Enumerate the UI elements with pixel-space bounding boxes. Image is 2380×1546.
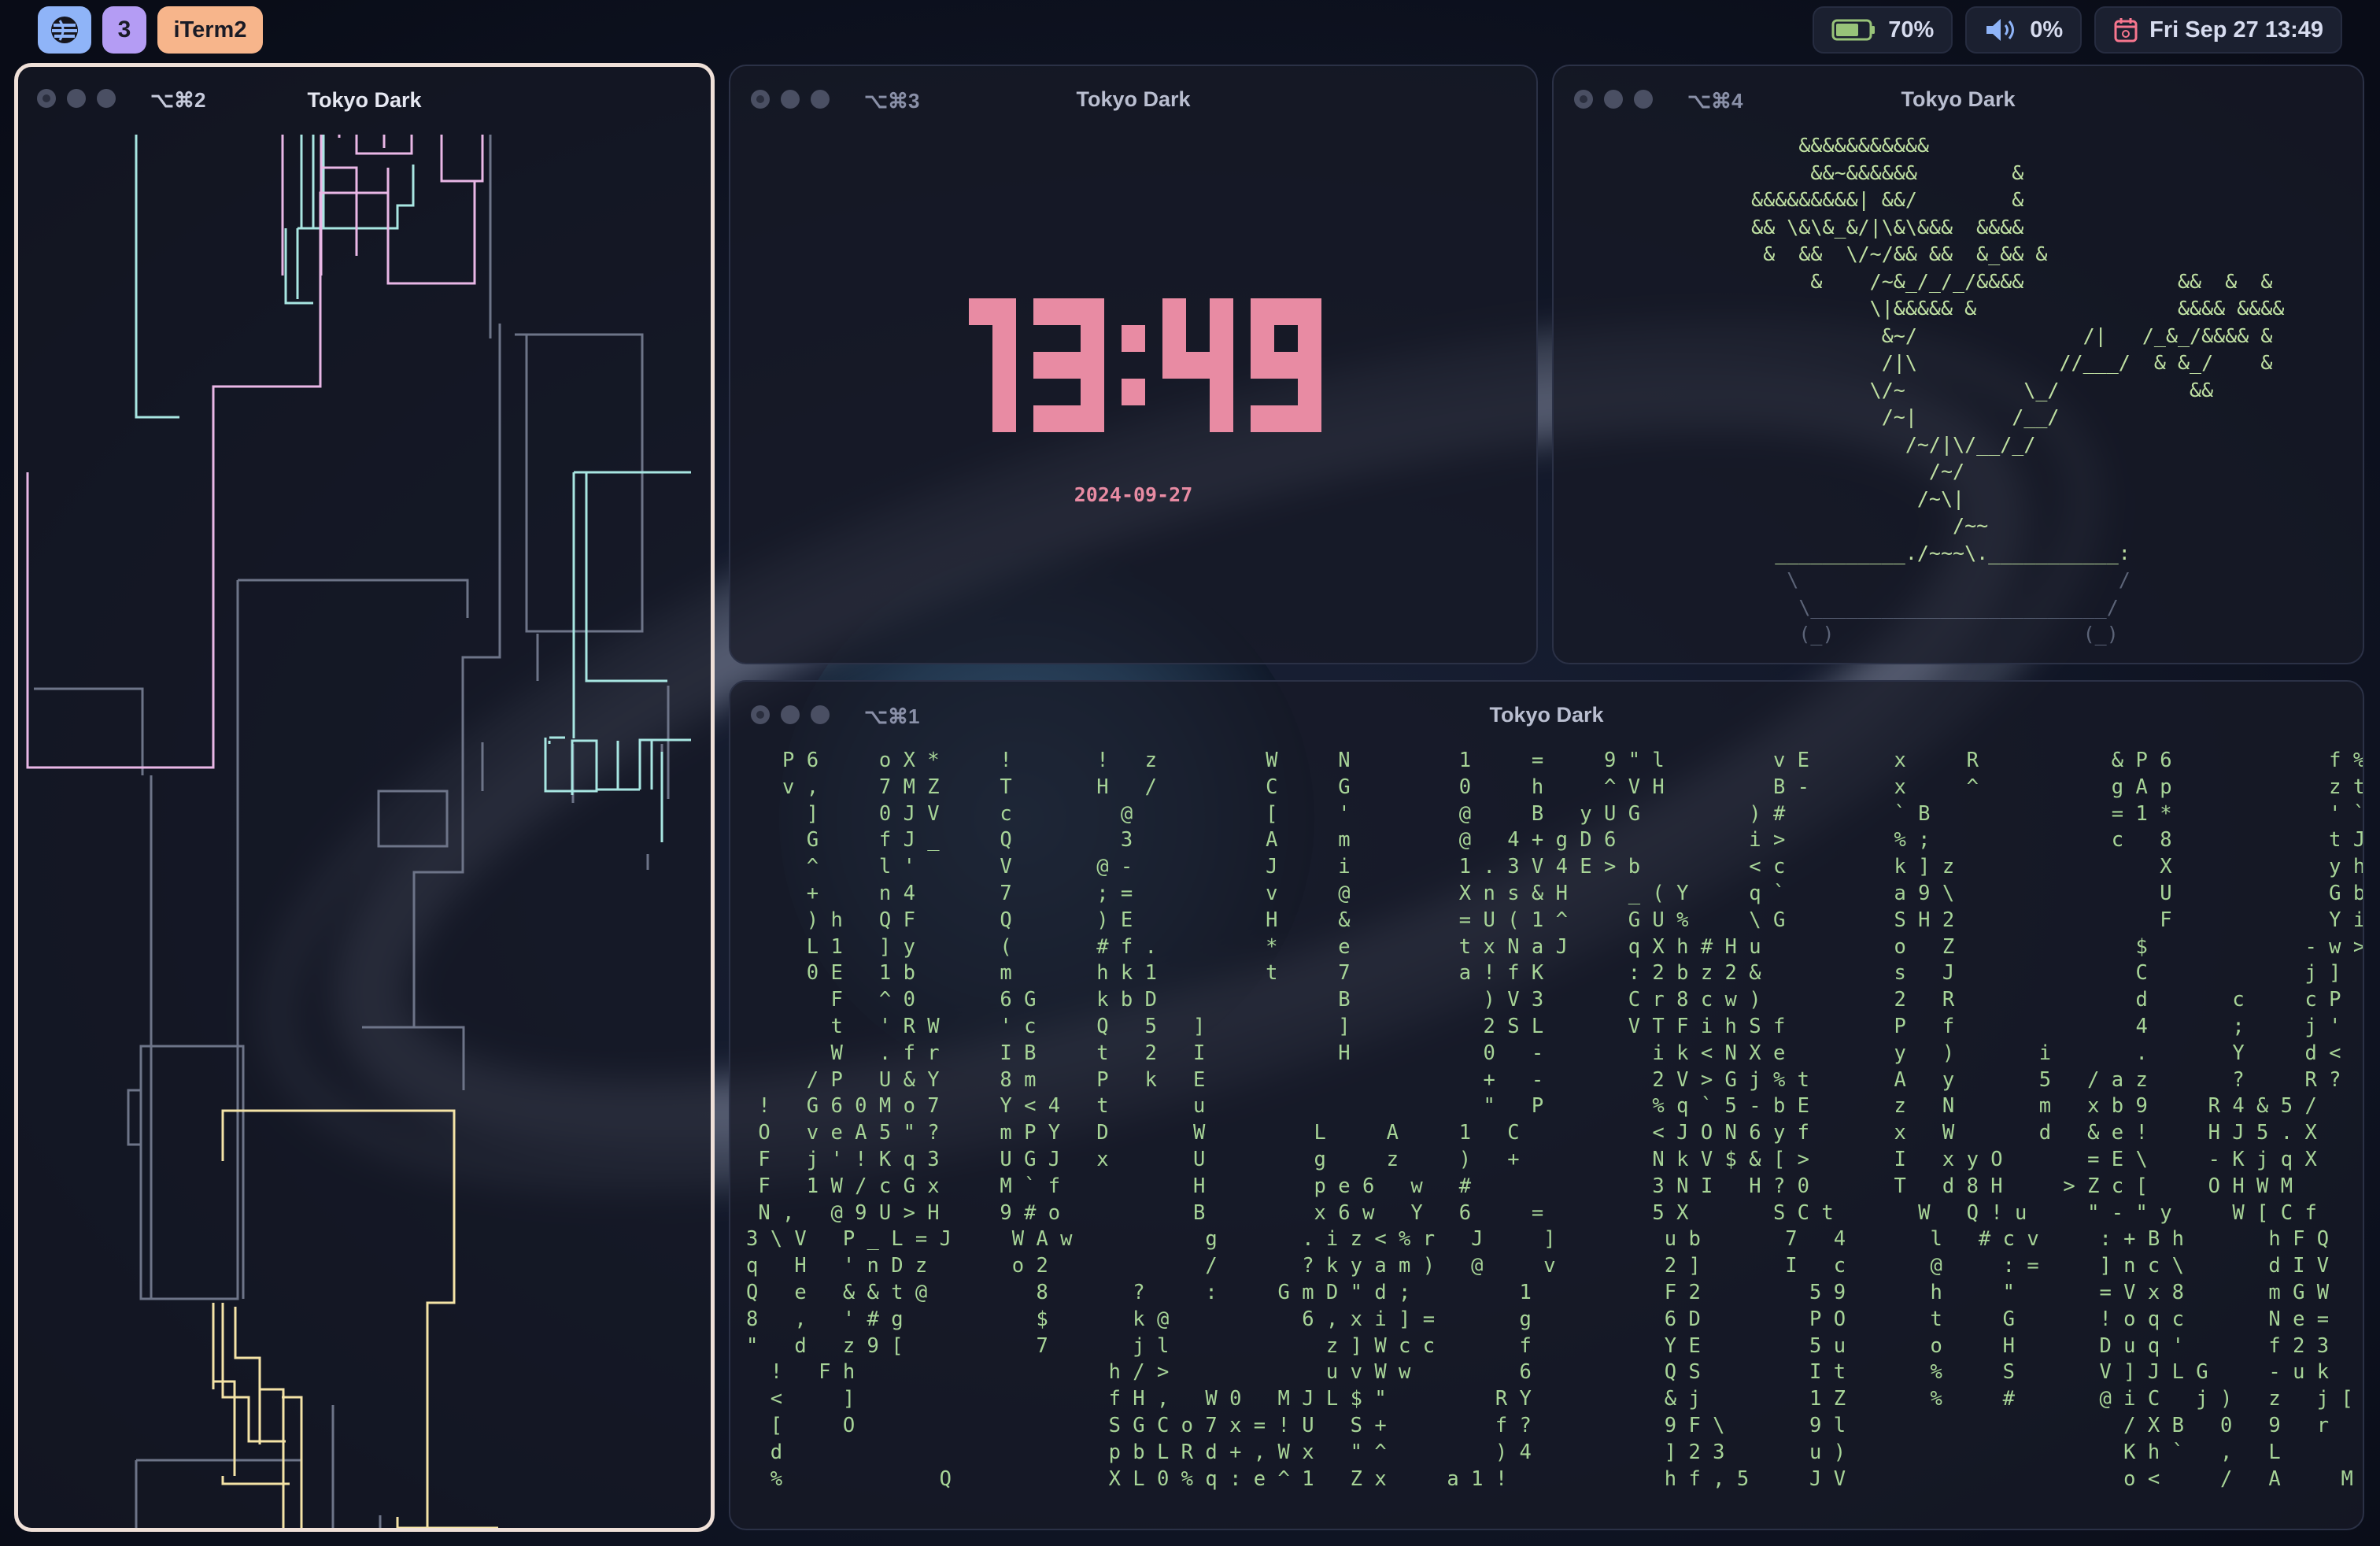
titlebar[interactable]: ⌥⌘1 Tokyo Dark [730,682,2363,745]
titlebar[interactable]: ⌥⌘4 Tokyo Dark [1554,66,2363,129]
clock-pixel [1162,298,1186,325]
battery-status[interactable]: 70% [1813,6,1953,54]
clock-pixel [1298,352,1321,379]
clock-pixel [1081,325,1104,352]
clock-pixel [1298,325,1321,352]
clock-pixel [1298,405,1321,432]
clock-pixel [1057,405,1081,432]
battery-percent: 70% [1888,17,1935,43]
menubar-left: 3 iTerm2 [38,6,263,57]
ascii-bonsai-art: &&&&&&&&&&& &&~&&&&&& & &&&&&&&&&| &&/ &… [1716,132,2284,649]
clock-pixel [1298,379,1321,405]
window-title: Tokyo Dark [1076,87,1191,111]
clock-pixel [1057,352,1081,379]
clock-pixel [1251,298,1274,325]
speaker-icon [1986,19,2015,41]
clock-pixel [1210,352,1233,379]
clock-date: 2024-09-27 [1074,483,1193,506]
volume-status[interactable]: 0% [1965,6,2082,54]
window-title: Tokyo Dark [1901,87,2016,111]
terminal-window-pipes[interactable]: ⌥⌘2 Tokyo Dark [14,63,715,1532]
workspace-indicator[interactable]: 3 [102,6,146,54]
datetime-label: Fri Sep 27 13:49 [2149,17,2323,43]
clock-pixel [992,298,1016,325]
clock-pixel [1274,405,1298,432]
clock-pixel [992,352,1016,379]
matrix-rain-output: P 6 o X * ! ! z W N 1 = 9 " l v E x R & … [746,749,2364,1491]
terminal-window-ascii[interactable]: ⌥⌘4 Tokyo Dark &&&&&&&&&&& &&~&&&&&& & &… [1552,65,2364,664]
clock-pixel [992,325,1016,352]
clock-pixel [1274,352,1298,379]
clock-pixel [1057,298,1081,325]
clock-digits [969,298,1321,432]
datetime-status[interactable]: Fri Sep 27 13:49 [2094,6,2342,54]
clock-pixel [1081,298,1104,325]
globe-logo-icon [51,17,78,43]
clock-pixel [1162,352,1186,379]
clock-pixel [969,298,992,325]
clock-pixel [1033,352,1057,379]
clock-pixel [1210,298,1233,325]
ascii-tree: &&&&&&&&&&& &&~&&&&&& & &&&&&&&&&| &&/ &… [1751,134,2285,564]
clock-pixel [1210,405,1233,432]
clock-pixel [1298,298,1321,325]
clock-pixel [1274,298,1298,325]
calendar-icon [2114,18,2138,43]
clock-pixel [1033,405,1057,432]
menubar-right: 70% 0% Fri Sep 27 13:49 [1813,6,2342,57]
clock-pixel [1251,405,1274,432]
clock-pixel [1081,405,1104,432]
active-app-label[interactable]: iTerm2 [157,6,263,54]
clock-pixel [992,379,1016,405]
clock-pixel [1122,325,1145,352]
window-title: Tokyo Dark [1489,703,1604,727]
clock-pixel [1210,379,1233,405]
clock-pixel [1081,379,1104,405]
volume-percent: 0% [2030,17,2064,43]
clock-pixel [1186,352,1210,379]
clock-pixel [1251,352,1274,379]
logo-button[interactable] [38,6,91,54]
terminal-window-matrix[interactable]: ⌥⌘1 Tokyo Dark P 6 o X * ! ! z W N 1 = 9… [729,680,2364,1530]
titlebar[interactable]: ⌥⌘3 Tokyo Dark [730,66,1536,129]
clock-pixel [1251,325,1274,352]
clock-time [730,294,1536,440]
clock-pixel [1033,298,1057,325]
clock-pixel [1162,325,1186,352]
clock-pixel [1081,352,1104,379]
clock-pixel [1122,379,1145,405]
battery-icon [1831,19,1876,41]
ascii-pot: \ / \_________________________/ (_) (_) [1787,568,2131,645]
clock-pixel [992,405,1016,432]
clock-pixel [1210,325,1233,352]
pipes-animation [26,135,691,1528]
terminal-window-clock[interactable]: ⌥⌘3 Tokyo Dark 2024-09-27 [729,65,1538,664]
